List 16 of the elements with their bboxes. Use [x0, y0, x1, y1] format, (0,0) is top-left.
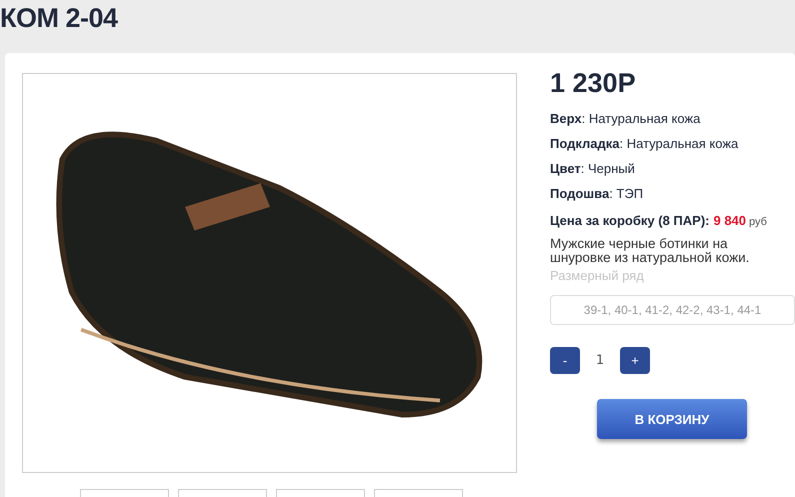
decrease-button[interactable]: - [550, 347, 580, 374]
spec-text: Верх: Натуральная кожа [550, 111, 702, 128]
product-title: КОМ 2-04 [0, 2, 119, 35]
quantity-value[interactable]: 1 [580, 353, 620, 368]
sizes-field[interactable]: 39-1, 40-1, 41-2, 42-2, 43-1, 44-1 [550, 295, 795, 325]
sizes-label: Размерный ряд [550, 268, 645, 283]
box-price-value: 9 840 [713, 213, 746, 228]
box-price-label: Цена за коробку (8 ПАР): [550, 213, 710, 228]
spec-text: Цвет: Черный [550, 161, 636, 178]
price: 1 230Р [550, 68, 637, 99]
spec-text: Подкладка: Натуральная кожа [550, 136, 740, 153]
description: Мужские черные ботинки на шнуровке из натуральной кожи. [550, 237, 750, 265]
currency-unit: руб [749, 216, 767, 228]
add-to-cart-button[interactable]: В КОРЗИНУ [597, 399, 747, 439]
increase-button[interactable]: + [620, 347, 650, 374]
spec-text: Подошва: ТЭП [550, 186, 644, 203]
